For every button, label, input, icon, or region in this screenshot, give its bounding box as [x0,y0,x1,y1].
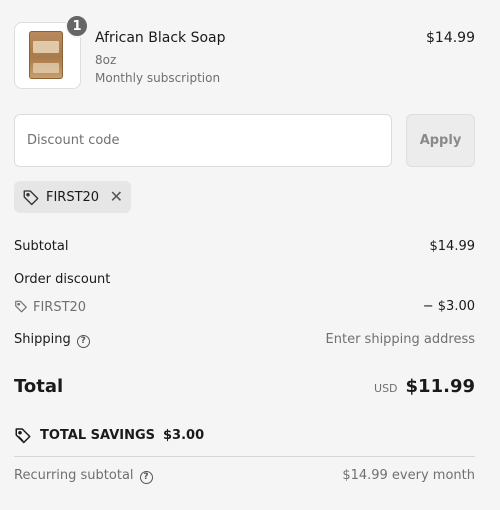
currency-code: USD [374,382,398,395]
tag-icon [14,299,28,313]
product-subscription: Monthly subscription [95,71,221,85]
help-icon[interactable]: ? [76,334,90,348]
recurring-value: $14.99 every month [342,468,475,483]
total-savings: TOTAL SAVINGS $3.00 [14,426,204,444]
tag-icon [22,188,40,206]
divider [14,456,475,457]
subtotal-label: Subtotal [14,239,69,254]
close-icon[interactable]: ✕ [110,189,123,205]
order-discount-row: Order discount [14,272,475,287]
savings-label: TOTAL SAVINGS [40,427,156,443]
shipping-row: Shipping? Enter shipping address [14,332,475,348]
quantity-badge: 1 [65,14,89,38]
subtotal-value: $14.99 [429,239,476,254]
order-discount-label: Order discount [14,272,111,287]
shipping-label: Shipping [14,332,71,347]
recurring-label: Recurring subtotal [14,468,134,483]
total-label: Total [14,376,64,397]
discount-detail-row: FIRST20 − $3.00 [14,299,475,315]
savings-value: $3.00 [163,427,205,443]
shipping-value: Enter shipping address [325,332,475,347]
total-amount: $11.99 [405,376,475,397]
product-price: $14.99 [426,30,475,46]
applied-code-label: FIRST20 [46,189,100,205]
savings-tag-icon [14,426,32,444]
applied-discount-chip: FIRST20 ✕ [14,181,131,213]
apply-button[interactable]: Apply [406,114,475,167]
discount-code-input[interactable] [14,114,392,167]
line-item: 1 African Black Soap 8oz Monthly subscri… [14,14,475,90]
recurring-row: Recurring subtotal? $14.99 every month [14,468,475,484]
discount-value: − $3.00 [422,299,475,314]
total-value-group: USD $11.99 [374,376,475,397]
subtotal-row: Subtotal $14.99 [14,239,475,254]
product-name: African Black Soap [95,30,226,46]
help-icon[interactable]: ? [139,470,153,484]
product-variant: 8oz [95,53,117,67]
discount-code-label: FIRST20 [33,300,87,315]
